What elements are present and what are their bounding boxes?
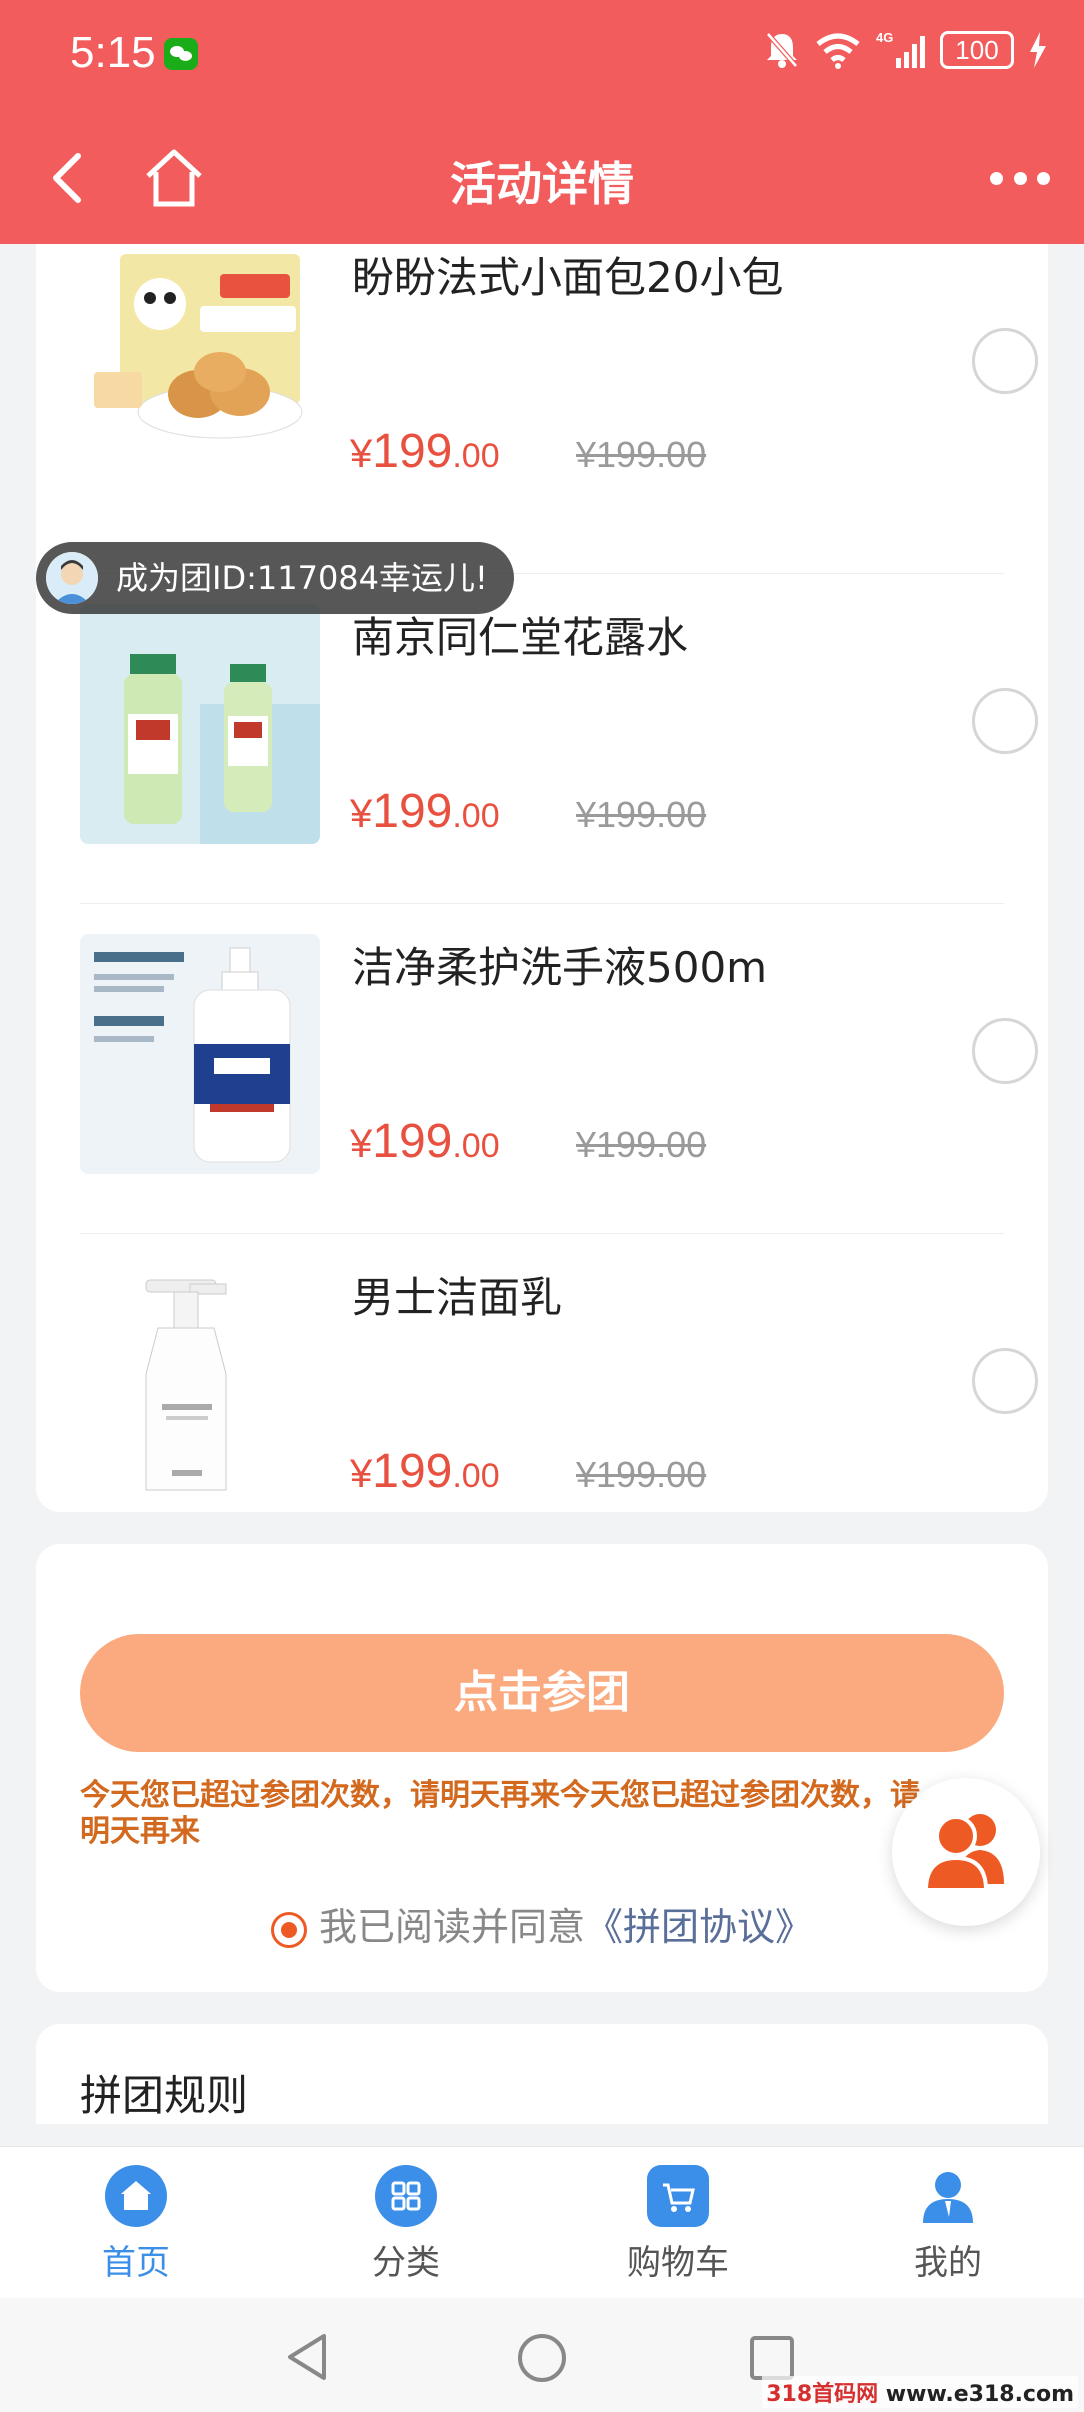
battery-icon: 100 <box>940 31 1014 69</box>
join-group-button[interactable]: 点击参团 <box>80 1634 1004 1752</box>
more-icon[interactable] <box>990 160 1050 196</box>
warning-line: 明天再来 <box>80 1814 200 1849</box>
status-icons: 4G 100 <box>764 30 1048 70</box>
nav-back-triangle-icon[interactable] <box>284 2332 330 2382</box>
toast-text: 成为团ID:117084幸运儿! <box>116 559 488 597</box>
tab-category[interactable]: 分类 <box>316 2165 496 2284</box>
category-tab-icon <box>375 2165 437 2227</box>
floral-water-image <box>80 604 320 844</box>
cart-tab-icon <box>647 2165 709 2227</box>
mute-bell-icon <box>766 32 798 68</box>
status-time: 5:15 <box>70 28 156 77</box>
product-price: ¥199.00 <box>350 785 500 838</box>
charging-icon <box>1030 32 1046 68</box>
select-radio[interactable] <box>972 1018 1038 1084</box>
battery-level: 100 <box>955 35 999 65</box>
product-name: 盼盼法式小面包20小包 <box>352 253 784 302</box>
original-price: ¥199.00 <box>576 1124 707 1165</box>
product-item[interactable]: 南京同仁堂花露水 ¥199.00 ¥199.00 <box>80 574 1038 904</box>
tab-profile[interactable]: 我的 <box>858 2165 1038 2284</box>
product-name: 洁净柔护洗手液500m <box>352 943 768 992</box>
face-wash-image <box>80 1264 320 1504</box>
rules-title: 拼团规则 <box>80 2071 249 2120</box>
product-item[interactable]: 洁净柔护洗手液500m ¥199.00 ¥199.00 <box>80 904 1038 1234</box>
product-price: ¥199.00 <box>350 425 500 478</box>
product-price: ¥199.00 <box>350 1445 500 1498</box>
home-tab-icon <box>105 2165 167 2227</box>
original-price: ¥199.00 <box>576 434 707 475</box>
agree-text: 我已阅读并同意 <box>318 1905 585 1949</box>
product-list: 盼盼法式小面包20小包 ¥199.00 ¥199.00 南京同仁堂花露水 ¥19… <box>36 244 1048 1512</box>
network-type: 4G <box>876 30 893 45</box>
signal-icon: 4G <box>876 30 925 68</box>
product-name: 男士洁面乳 <box>352 1273 563 1322</box>
group-members-button[interactable] <box>892 1778 1040 1926</box>
wifi-icon <box>816 33 860 69</box>
tab-label: 我的 <box>914 2243 982 2283</box>
agree-radio[interactable] <box>270 1911 307 1948</box>
tab-label: 购物车 <box>627 2243 729 2283</box>
wechat-icon <box>164 38 198 70</box>
watermark: 318首码网 www.e318.com <box>762 2376 1078 2408</box>
original-price: ¥199.00 <box>576 1454 707 1495</box>
product-price: ¥199.00 <box>350 1115 500 1168</box>
select-radio[interactable] <box>972 328 1038 394</box>
select-radio[interactable] <box>972 688 1038 754</box>
profile-tab-icon <box>917 2165 979 2227</box>
tab-label: 首页 <box>102 2243 170 2283</box>
tab-home[interactable]: 首页 <box>46 2165 226 2284</box>
tab-cart[interactable]: 购物车 <box>588 2165 768 2284</box>
nav-home-circle-icon[interactable] <box>516 2332 568 2384</box>
bottom-tab-bar: 首页 分类 购物车 我的 <box>0 2146 1084 2298</box>
nav-recents-square-icon[interactable] <box>748 2334 796 2382</box>
nav-bar: 活动详情 <box>0 112 1084 244</box>
rules-section: 拼团规则 <box>36 2024 1048 2124</box>
product-item[interactable]: 盼盼法式小面包20小包 ¥199.00 ¥199.00 <box>80 244 1038 574</box>
original-price: ¥199.00 <box>576 794 707 835</box>
limit-warning: 今天您已超过参团次数，请明天再来今天您已超过参团次数，请 明天再来 <box>80 1778 960 1850</box>
bread-box-image <box>80 244 320 454</box>
product-item[interactable]: 男士洁面乳 ¥199.00 ¥199.00 <box>80 1234 1038 1564</box>
page-title: 活动详情 <box>450 157 634 211</box>
warning-line: 今天您已超过参团次数，请明天再来今天您已超过参团次数，请 <box>80 1778 920 1813</box>
users-icon <box>923 1814 1004 1892</box>
group-toast: 成为团ID:117084幸运儿! <box>36 542 514 614</box>
agreement-link[interactable]: 《拼团协议》 <box>585 1905 813 1949</box>
select-radio[interactable] <box>972 1348 1038 1414</box>
avatar <box>46 552 98 604</box>
tab-label: 分类 <box>372 2243 440 2283</box>
status-bar: 5:15 4G 100 <box>0 0 1084 112</box>
hand-soap-image <box>80 934 320 1174</box>
